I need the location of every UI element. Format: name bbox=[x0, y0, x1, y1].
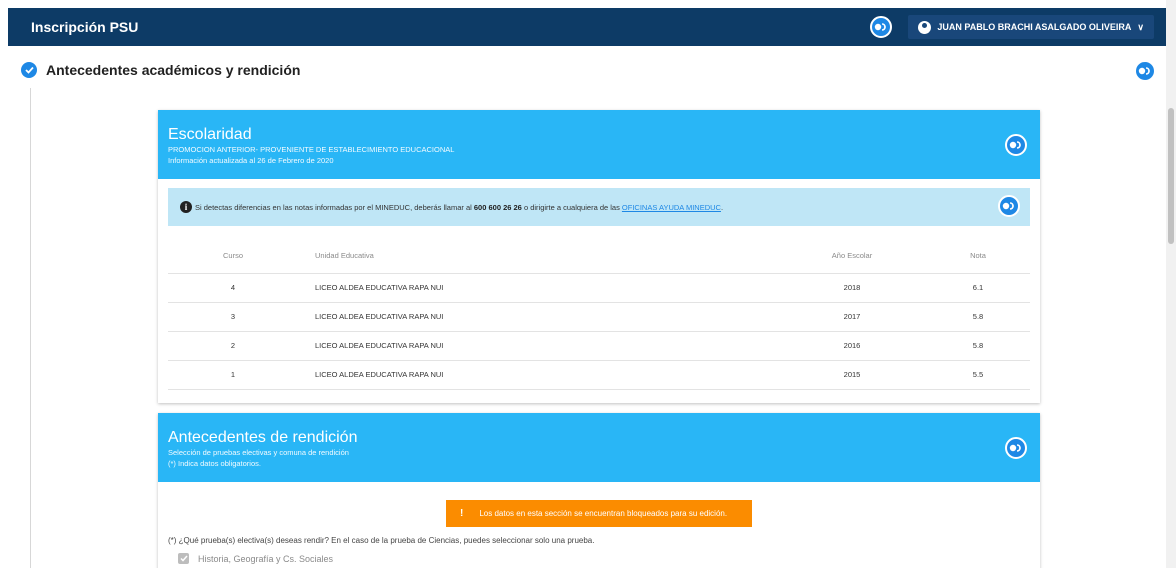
timeline-line bbox=[30, 88, 31, 568]
table-row: 1 LICEO ALDEA EDUCATIVA RAPA NUI 2015 5.… bbox=[168, 360, 1030, 390]
info-icon: i bbox=[180, 201, 192, 213]
info-alert: i Si detectas diferencias en las notas i… bbox=[168, 188, 1030, 226]
column-header: Año Escolar bbox=[778, 238, 926, 274]
option-historia[interactable]: Historia, Geografía y Cs. Sociales bbox=[178, 553, 333, 564]
cell-curso: 4 bbox=[168, 273, 298, 303]
app-title: Inscripción PSU bbox=[31, 19, 139, 35]
section-header: Antecedentes académicos y rendición bbox=[21, 62, 300, 78]
option-label: Historia, Geografía y Cs. Sociales bbox=[198, 553, 334, 564]
escolaridad-header: Escolaridad PROMOCION ANTERIOR- PROVENIE… bbox=[158, 110, 1040, 179]
exclamation-icon: ! bbox=[460, 508, 464, 519]
user-menu-button[interactable]: JUAN PABLO BRACHI ASALGADO OLIVEIRA ∨ bbox=[908, 15, 1154, 39]
cell-nota: 6.1 bbox=[926, 273, 1030, 303]
column-header: Unidad Educativa bbox=[298, 238, 778, 274]
check-circle-icon bbox=[21, 62, 37, 78]
alert-text-middle: o dirigirte a cualquiera de las bbox=[521, 202, 622, 212]
accessibility-icon[interactable] bbox=[1005, 134, 1027, 156]
cell-nota: 5.8 bbox=[926, 331, 1030, 361]
oficinas-ayuda-link[interactable]: OFICINAS AYUDA MINEDUC bbox=[622, 203, 721, 212]
top-bar: Inscripción PSU JUAN PABLO BRACHI ASALGA… bbox=[8, 8, 1166, 46]
electivas-question: (*) ¿Qué prueba(s) electiva(s) deseas re… bbox=[168, 536, 595, 545]
column-header: Curso bbox=[168, 238, 298, 274]
scrollbar-thumb[interactable] bbox=[1168, 108, 1174, 244]
rendicion-subtitle: Selección de pruebas electivas y comuna … bbox=[168, 448, 349, 457]
topbar-right: JUAN PABLO BRACHI ASALGADO OLIVEIRA ∨ bbox=[870, 15, 1154, 39]
scrollbar-track[interactable] bbox=[1166, 0, 1176, 568]
escolaridad-subtitle: PROMOCION ANTERIOR- PROVENIENTE DE ESTAB… bbox=[168, 145, 455, 154]
table-header-row: Curso Unidad Educativa Año Escolar Nota bbox=[168, 238, 1030, 274]
cell-unidad: LICEO ALDEA EDUCATIVA RAPA NUI bbox=[298, 273, 778, 303]
cell-anio: 2017 bbox=[778, 302, 926, 332]
accessibility-icon[interactable] bbox=[870, 16, 893, 38]
cell-unidad: LICEO ALDEA EDUCATIVA RAPA NUI bbox=[298, 331, 778, 361]
warning-text: Los datos en esta sección se encuentran … bbox=[479, 509, 728, 518]
cell-anio: 2018 bbox=[778, 273, 926, 303]
user-name: JUAN PABLO BRACHI ASALGADO OLIVEIRA bbox=[937, 22, 1132, 32]
escolaridad-title: Escolaridad bbox=[168, 126, 252, 143]
user-circle-icon bbox=[918, 20, 932, 34]
cell-nota: 5.5 bbox=[926, 360, 1030, 390]
table-row: 3 LICEO ALDEA EDUCATIVA RAPA NUI 2017 5.… bbox=[168, 302, 1030, 332]
cell-curso: 1 bbox=[168, 360, 298, 390]
cell-unidad: LICEO ALDEA EDUCATIVA RAPA NUI bbox=[298, 360, 778, 390]
accessibility-icon[interactable] bbox=[998, 195, 1020, 217]
locked-warning: ! Los datos en esta sección se encuentra… bbox=[446, 500, 752, 527]
table-row: 2 LICEO ALDEA EDUCATIVA RAPA NUI 2016 5.… bbox=[168, 331, 1030, 361]
cell-unidad: LICEO ALDEA EDUCATIVA RAPA NUI bbox=[298, 302, 778, 332]
chevron-down-icon: ∨ bbox=[1137, 21, 1144, 32]
escolaridad-card: Escolaridad PROMOCION ANTERIOR- PROVENIE… bbox=[158, 110, 1040, 403]
column-header: Nota bbox=[926, 238, 1030, 274]
accessibility-icon[interactable] bbox=[1005, 437, 1027, 459]
cell-anio: 2015 bbox=[778, 360, 926, 390]
rendicion-title: Antecedentes de rendición bbox=[168, 429, 358, 446]
grades-table: Curso Unidad Educativa Año Escolar Nota … bbox=[168, 238, 1030, 390]
alert-text: Si detectas diferencias en las notas inf… bbox=[195, 203, 723, 212]
rendicion-note: (*) Indica datos obligatorios. bbox=[168, 459, 261, 468]
cell-nota: 5.8 bbox=[926, 302, 1030, 332]
checkbox-icon[interactable] bbox=[178, 553, 189, 564]
alert-text-before: Si detectas diferencias en las notas inf… bbox=[195, 202, 474, 212]
cell-anio: 2016 bbox=[778, 331, 926, 361]
accessibility-icon[interactable] bbox=[1134, 60, 1156, 82]
rendicion-header: Antecedentes de rendición Selección de p… bbox=[158, 413, 1040, 482]
escolaridad-updated: Información actualizada al 26 de Febrero… bbox=[168, 156, 334, 165]
alert-phone: 600 600 26 26 bbox=[473, 202, 522, 212]
cell-curso: 2 bbox=[168, 331, 298, 361]
cell-curso: 3 bbox=[168, 302, 298, 332]
table-row: 4 LICEO ALDEA EDUCATIVA RAPA NUI 2018 6.… bbox=[168, 273, 1030, 303]
rendicion-card: Antecedentes de rendición Selección de p… bbox=[158, 413, 1040, 568]
section-title: Antecedentes académicos y rendición bbox=[46, 62, 301, 78]
alert-text-after: . bbox=[720, 202, 724, 212]
